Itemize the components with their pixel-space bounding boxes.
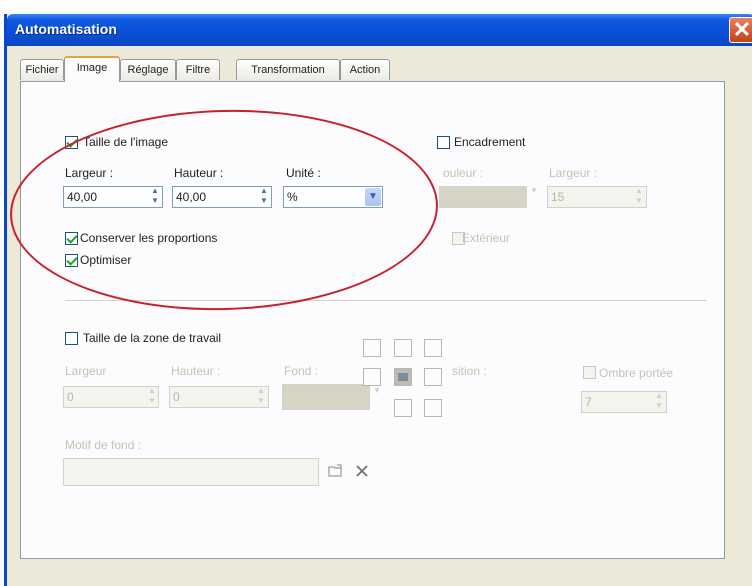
workspace-height-label: Hauteur : [171, 364, 221, 378]
width-spin-icon[interactable]: ▲ ▼ [149, 186, 161, 208]
tab-reglage[interactable]: Réglage [120, 59, 176, 80]
optimize-label: Optimiser [80, 253, 132, 267]
frame-width-input[interactable]: 15 [547, 186, 647, 208]
exterior-label: Extérieur [462, 231, 511, 245]
close-icon[interactable] [355, 464, 369, 478]
close-button[interactable]: ✕ [729, 17, 752, 43]
window-title: Automatisation [15, 21, 117, 37]
tab-transformation[interactable]: Transformation [236, 59, 340, 80]
tab-action[interactable]: Action [340, 59, 390, 80]
background-pattern-input[interactable] [63, 458, 319, 486]
workspace-width-spin-icon: ▲ ▼ [148, 386, 156, 405]
chevron-down-icon: ▼ [373, 386, 381, 395]
anchor-middle-left[interactable] [363, 368, 381, 386]
unit-select[interactable]: % ▼ [283, 186, 383, 208]
workspace-width-input[interactable]: 0 [63, 386, 159, 408]
anchor-top-left[interactable] [363, 339, 381, 357]
background-pattern-label: Motif de fond : [65, 438, 142, 452]
drop-shadow-label: Ombre portée [599, 366, 674, 380]
anchor-middle-center[interactable] [394, 368, 412, 386]
workspace-size-checkbox[interactable] [65, 332, 78, 345]
anchor-bottom-right[interactable] [424, 399, 442, 417]
chevron-down-icon: ▼ [530, 186, 538, 195]
position-label: sition : [452, 364, 487, 378]
chevron-down-icon[interactable]: ▼ [365, 188, 381, 206]
workspace-size-label: Taille de la zone de travail [83, 331, 222, 345]
background-color-picker[interactable] [282, 384, 370, 410]
folder-open-icon[interactable] [328, 464, 344, 478]
frame-color-label: ouleur : [443, 166, 484, 180]
keep-proportions-label: Conserver les proportions [80, 231, 218, 245]
anchor-top-right[interactable] [424, 339, 442, 357]
frame-label: Encadrement [454, 135, 526, 149]
workspace-height-spin-icon: ▲ ▼ [257, 386, 265, 405]
anchor-top-center[interactable] [394, 339, 412, 357]
close-icon: ✕ [732, 17, 752, 42]
width-label: Largeur : [65, 166, 114, 180]
section-divider [65, 300, 707, 302]
workspace-width-label: Largeur [65, 364, 107, 378]
image-size-checkbox[interactable] [65, 136, 78, 149]
frame-checkbox[interactable] [437, 136, 450, 149]
title-bar[interactable]: Automatisation ✕ [7, 14, 752, 46]
background-label: Fond : [284, 364, 319, 378]
image-size-label: Taille de l'image [83, 135, 169, 149]
frame-color-picker[interactable] [439, 186, 527, 208]
anchor-middle-right[interactable] [424, 368, 442, 386]
tab-filtre[interactable]: Filtre [176, 59, 220, 80]
drop-shadow-checkbox[interactable] [583, 366, 596, 379]
drop-shadow-spin-icon: ▲ ▼ [655, 391, 663, 410]
image-anchor-icon [398, 373, 408, 381]
frame-width-spin-icon: ▲ ▼ [635, 186, 643, 205]
unit-value: % [287, 190, 298, 204]
workspace-height-input[interactable]: 0 [169, 386, 269, 408]
optimize-checkbox[interactable] [65, 254, 78, 267]
height-spin-icon[interactable]: ▲ ▼ [258, 186, 270, 208]
width-input[interactable]: 40,00 [63, 186, 163, 208]
frame-width-label: Largeur : [549, 166, 598, 180]
tab-image[interactable]: Image [64, 56, 120, 82]
height-label: Hauteur : [174, 166, 224, 180]
keep-proportions-checkbox[interactable] [65, 232, 78, 245]
anchor-bottom-center[interactable] [394, 399, 412, 417]
height-input[interactable]: 40,00 [172, 186, 272, 208]
image-tab-panel: Taille de l'image Largeur : 40,00 ▲ ▼ Hau… [20, 81, 725, 559]
tab-fichier[interactable]: Fichier [20, 59, 64, 80]
unit-label: Unité : [286, 166, 321, 180]
